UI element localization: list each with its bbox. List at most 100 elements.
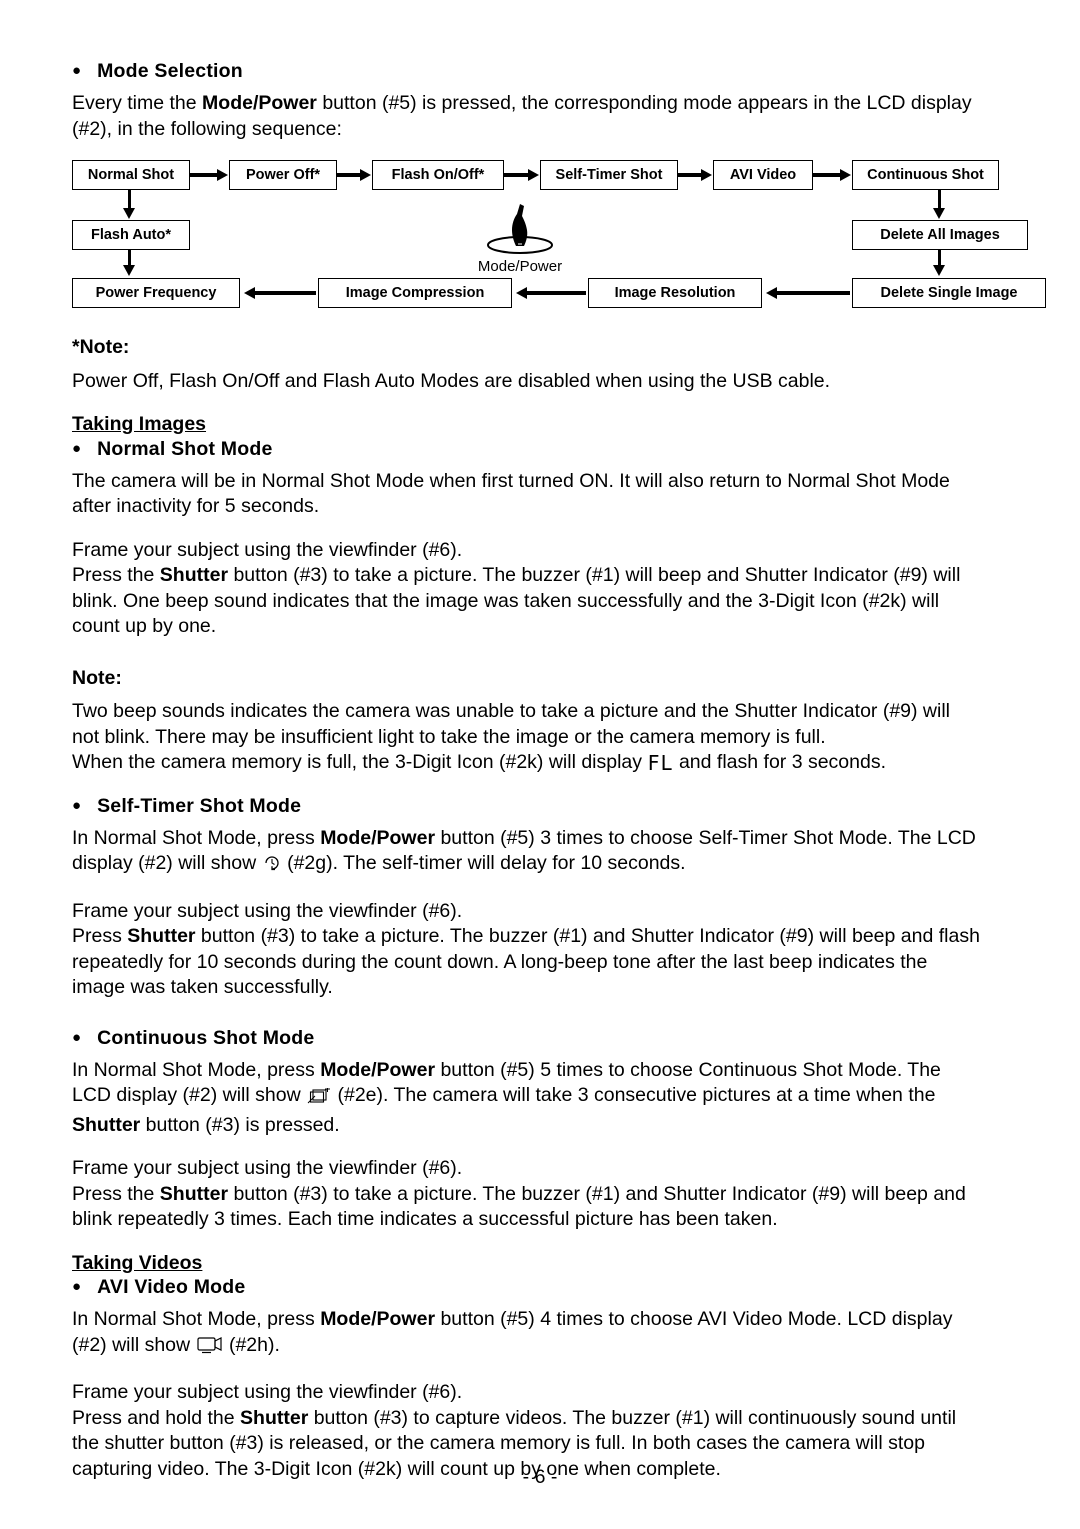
text-fragment: Every time the [72,92,203,114]
page-content: ● Mode Selection Every time the Mode/Pow… [72,60,1046,1482]
normal-shot-p2: Frame your subject using the viewfinder … [72,538,463,561]
diagram-box-normal-shot: Normal Shot [72,160,190,190]
text-fragment: button (#5) 4 times to choose AVI Video … [435,1308,953,1330]
heading-taking-videos: Taking Videos [72,1251,203,1274]
text-fragment: Press the [72,564,160,586]
heading-note: Note: [72,666,122,689]
text-fragment: When the camera memory is full, the 3-Di… [72,751,648,773]
avi-line2: (#2) will show (#2h). [72,1333,1022,1363]
avi-video-icon [196,1335,224,1363]
text-fragment: (#2e). The camera will take 3 consecutiv… [332,1084,936,1106]
self-timer-p3-line1: Press Shutter button (#3) to take a pict… [72,924,1022,950]
normal-shot-p3-line1: Press the Shutter button (#3) to take a … [72,563,1022,589]
arrow-right-5 [813,169,851,181]
bullet-icon: ● [72,439,82,457]
heading-self-timer-shot-mode: ● Self-Timer Shot Mode [72,795,1022,818]
diagram-box-avi-video: AVI Video [713,160,813,190]
document-page: ● Mode Selection Every time the Mode/Pow… [0,0,1080,1529]
heading-text: Normal Shot Mode [97,437,273,460]
text-fragment: button (#3) to capture videos. The buzze… [308,1406,957,1429]
bullet-icon: ● [72,796,82,814]
note-line1: Two beep sounds indicates the camera was… [72,700,951,722]
normal-shot-p1-line1: The camera will be in Normal Shot Mode w… [72,469,950,492]
text-fragment: display (#2) will show [72,852,262,874]
mode-power-button-illustration [487,204,553,254]
diagram-box-power-off: Power Off* [229,160,337,190]
text-fragment: In Normal Shot Mode, press [72,826,321,849]
text-fragment: button (#3) to take a picture. The buzze… [195,925,980,947]
connector-left-upper [128,190,131,210]
bullet-icon: ● [72,62,82,79]
text-fragment: button (#5) 5 times to choose Continuous… [435,1058,941,1081]
text-bold-mode-power: Mode/Power [320,826,436,849]
note-star-text: Power Off, Flash On/Off and Flash Auto M… [72,369,831,392]
text-fragment: In Normal Shot Mode, press [72,1058,321,1081]
continuous-p3-line1: Press the Shutter button (#3) to take a … [72,1182,1022,1208]
arrow-left-2 [516,287,586,299]
normal-shot-p3-line2: blink. One beep sound indicates that the… [72,589,940,612]
connector-right-lower [938,250,941,266]
diagram-box-flash-auto: Flash Auto* [72,220,190,250]
diagram-box-delete-all-images: Delete All Images [852,220,1028,250]
heading-text: Continuous Shot Mode [97,1026,315,1049]
arrow-down-right-upper [933,208,945,219]
diagram-box-self-timer-shot: Self-Timer Shot [540,160,678,190]
self-timer-line2: display (#2) will show (#2g). The self-t… [72,851,1022,881]
mode-sequence-diagram: Normal Shot Power Off* Flash On/Off* Sel… [72,152,1046,317]
arrow-right-3 [504,169,539,181]
text-fragment: button (#5) 3 times to choose Self-Timer… [435,826,976,849]
arrow-down-left-upper [123,208,135,219]
text-bold-shutter: Shutter [72,1113,141,1136]
diagram-box-image-compression: Image Compression [318,278,512,308]
diagram-box-power-frequency: Power Frequency [72,278,240,308]
memory-full-fl-icon: FL [647,751,674,775]
heading-avi-video-mode: ● AVI Video Mode [72,1276,1022,1299]
arrow-right-2 [337,169,371,181]
text-bold-shutter: Shutter [159,1182,229,1205]
mode-power-caption: Mode/Power [477,258,563,275]
continuous-line3: Shutter button (#3) is pressed. [72,1113,1022,1139]
normal-shot-p3-line3: count up by one. [72,615,217,637]
text-bold-shutter: Shutter [159,564,229,586]
heading-normal-shot-mode: ● Normal Shot Mode [72,438,1022,461]
text-fragment: Press and hold the [72,1406,241,1429]
heading-note-star: *Note: [72,336,130,358]
mode-selection-paragraph-line2: (#2), in the following sequence: [72,117,342,140]
text-bold-mode-power: Mode/Power [320,1058,436,1081]
continuous-p2: Frame your subject using the viewfinder … [72,1157,463,1179]
continuous-line2: LCD display (#2) will show (#2e). The ca… [72,1083,1022,1113]
text-fragment: button (#3) to take a picture. The buzze… [228,564,961,586]
diagram-box-delete-single-image: Delete Single Image [852,278,1046,308]
self-timer-line1: In Normal Shot Mode, press Mode/Power bu… [72,826,1022,852]
arrow-right-1 [190,169,228,181]
self-timer-p3-line3: image was taken successfully. [72,976,333,998]
note-line3: When the camera memory is full, the 3-Di… [72,750,1022,777]
text-fragment: and flash for 3 seconds. [673,751,887,773]
arrow-left-1 [244,287,316,299]
heading-text: Self-Timer Shot Mode [97,794,302,817]
text-fragment: Press the [72,1182,160,1205]
text-fragment: (#2) will show [72,1333,196,1356]
text-fragment: (#2g). The self-timer will delay for 10 … [281,852,686,874]
text-bold-shutter: Shutter [240,1406,309,1429]
text-fragment: (#2h). [223,1333,280,1356]
self-timer-icon [262,853,282,881]
text-fragment: Press [72,925,128,947]
arrow-down-left-lower [123,265,135,276]
text-fragment: button (#5) is pressed, the correspondin… [316,92,972,114]
self-timer-p2: Frame your subject using the viewfinder … [72,899,463,922]
diagram-box-image-resolution: Image Resolution [588,278,762,308]
text-bold-mode-power: Mode/Power [320,1308,436,1330]
text-fragment: button (#3) to take a picture. The buzze… [228,1182,966,1205]
heading-text: AVI Video Mode [97,1276,246,1298]
heading-taking-images: Taking Images [72,413,207,435]
bullet-icon: ● [72,1028,82,1046]
text-fragment: In Normal Shot Mode, press [72,1308,321,1330]
normal-shot-p1-line2: after inactivity for 5 seconds. [72,495,320,517]
mode-selection-paragraph-line1: Every time the Mode/Power button (#5) is… [72,91,1022,117]
avi-p3-line1: Press and hold the Shutter button (#3) t… [72,1406,1022,1432]
avi-p2: Frame your subject using the viewfinder … [72,1381,463,1403]
text-fragment: LCD display (#2) will show [72,1084,307,1106]
page-number: - 6 - [522,1466,558,1488]
note-line2: not blink. There may be insufficient lig… [72,725,826,748]
